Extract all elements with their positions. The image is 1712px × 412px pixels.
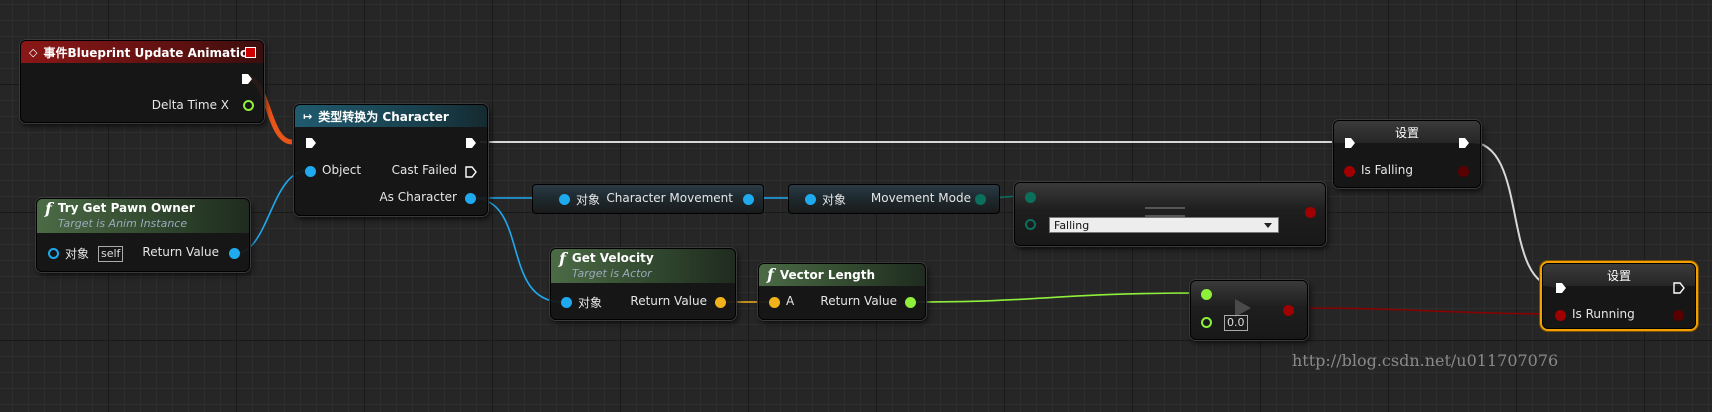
pawn-owner-title: Try Get Pawn Owner xyxy=(57,201,195,215)
char-movement-out-label: Character Movement xyxy=(606,191,733,205)
chevron-down-icon xyxy=(1264,223,1272,228)
pawn-owner-header: f Try Get Pawn Owner Target is Anim Inst… xyxy=(37,199,249,233)
set-is-falling-node[interactable]: 设置 Is Falling xyxy=(1333,120,1481,188)
pawn-owner-subtitle: Target is Anim Instance xyxy=(57,217,188,230)
cast-arrow-icon: ↦ xyxy=(303,109,313,123)
function-f-icon: f xyxy=(45,199,52,218)
greater-pin-a[interactable] xyxy=(1201,289,1212,300)
char-movement-target-label: 对象 xyxy=(576,193,601,207)
set-running-exec-in-pin[interactable] xyxy=(1555,282,1567,294)
movement-mode-out-pin[interactable] xyxy=(975,194,986,205)
movement-mode-node[interactable]: 对象 Movement Mode xyxy=(788,184,1000,214)
movement-mode-out-label: Movement Mode xyxy=(870,191,971,205)
cast-failed-label: Cast Failed xyxy=(391,163,457,177)
vector-length-a-label: A xyxy=(786,294,795,308)
cast-node-header: ↦ 类型转换为 Character xyxy=(295,105,487,127)
function-f-icon: f xyxy=(559,249,566,268)
velocity-target-label: 对象 xyxy=(578,296,603,310)
bool-wire-greater-setrunning xyxy=(1295,307,1561,315)
greater-out-pin[interactable] xyxy=(1283,305,1294,316)
delta-time-label: Delta Time X xyxy=(151,98,229,112)
set-is-running-node[interactable]: 设置 Is Running xyxy=(1542,263,1696,329)
movement-mode-target-label: 对象 xyxy=(822,193,847,207)
as-character-label: As Character xyxy=(379,190,457,204)
vector-length-return-pin[interactable] xyxy=(905,297,916,308)
velocity-header: f Get Velocity Target is Actor xyxy=(551,249,735,283)
pawn-owner-target-label: 对象 xyxy=(65,247,90,261)
greater-pin-b[interactable] xyxy=(1201,317,1212,328)
event-node-title: 事件Blueprint Update Animation xyxy=(43,45,257,60)
exec-out-pin[interactable] xyxy=(241,73,253,85)
float-wire-length-greater xyxy=(908,292,1206,303)
equal-enum-pin-b[interactable] xyxy=(1025,219,1036,230)
equal-enum-node[interactable]: Falling xyxy=(1014,182,1326,246)
set-running-var-label: Is Running xyxy=(1572,307,1635,321)
velocity-title: Get Velocity xyxy=(571,251,654,265)
char-movement-out-pin[interactable] xyxy=(743,194,754,205)
cast-exec-in-pin[interactable] xyxy=(305,137,317,149)
velocity-return-pin[interactable] xyxy=(715,297,726,308)
cast-exec-out-pin[interactable] xyxy=(465,137,477,149)
event-node-header: ◇ 事件Blueprint Update Animation xyxy=(21,41,263,63)
velocity-return-label: Return Value xyxy=(630,294,707,308)
cast-object-pin[interactable] xyxy=(305,166,316,177)
set-falling-exec-in-pin[interactable] xyxy=(1344,137,1356,149)
pawn-owner-return-label: Return Value xyxy=(142,245,219,259)
event-update-animation-node[interactable]: ◇ 事件Blueprint Update Animation Delta Tim… xyxy=(20,40,264,123)
movement-mode-target-pin[interactable] xyxy=(805,194,816,205)
delegate-square-icon[interactable] xyxy=(245,47,256,58)
equal-sign-icon xyxy=(1145,207,1185,217)
function-f-icon: f xyxy=(767,265,774,284)
velocity-target-pin[interactable] xyxy=(561,297,572,308)
set-falling-var-pin[interactable] xyxy=(1344,166,1355,177)
pawn-owner-return-pin[interactable] xyxy=(229,248,240,259)
as-character-pin[interactable] xyxy=(465,193,476,204)
cast-object-label: Object xyxy=(322,163,362,177)
character-movement-node[interactable]: 对象 Character Movement xyxy=(532,184,764,214)
vector-length-header: f Vector Length xyxy=(759,264,925,286)
set-running-title: 设置 xyxy=(1606,268,1631,283)
delta-time-pin[interactable] xyxy=(243,100,254,111)
set-running-var-pin[interactable] xyxy=(1555,310,1566,321)
equal-enum-pin-a[interactable] xyxy=(1025,192,1036,203)
try-get-pawn-owner-node[interactable]: f Try Get Pawn Owner Target is Anim Inst… xyxy=(36,198,250,272)
event-diamond-icon: ◇ xyxy=(29,45,38,59)
greater-float-node[interactable]: 0.0 xyxy=(1190,280,1308,340)
cast-to-character-node[interactable]: ↦ 类型转换为 Character Object Cast Failed As … xyxy=(294,104,488,216)
set-falling-var-label: Is Falling xyxy=(1361,163,1413,177)
set-running-out-pin[interactable] xyxy=(1673,310,1684,321)
set-falling-out-pin[interactable] xyxy=(1458,166,1469,177)
velocity-subtitle: Target is Actor xyxy=(571,267,652,280)
vector-length-node[interactable]: f Vector Length A Return Value xyxy=(758,263,926,320)
set-running-exec-out-pin[interactable] xyxy=(1673,282,1685,294)
cast-node-title: 类型转换为 Character xyxy=(318,109,449,124)
vector-length-a-pin[interactable] xyxy=(769,297,780,308)
char-movement-target-pin[interactable] xyxy=(559,194,570,205)
cast-failed-exec-pin[interactable] xyxy=(465,166,477,178)
pawn-owner-target-pin[interactable] xyxy=(48,248,59,259)
set-falling-exec-out-pin[interactable] xyxy=(1458,137,1470,149)
equal-enum-out-pin[interactable] xyxy=(1305,207,1316,218)
falling-enum-dropdown[interactable]: Falling xyxy=(1049,217,1279,233)
self-value-box[interactable]: self xyxy=(98,246,124,262)
watermark-url: http://blog.csdn.net/u011707076 xyxy=(1292,351,1559,370)
greater-value-box[interactable]: 0.0 xyxy=(1224,315,1248,331)
vector-length-return-label: Return Value xyxy=(820,294,897,308)
get-velocity-node[interactable]: f Get Velocity Target is Actor 对象 Return… xyxy=(550,248,736,320)
falling-enum-value: Falling xyxy=(1054,219,1090,232)
set-falling-title: 设置 xyxy=(1394,125,1419,140)
vector-length-title: Vector Length xyxy=(779,268,876,282)
